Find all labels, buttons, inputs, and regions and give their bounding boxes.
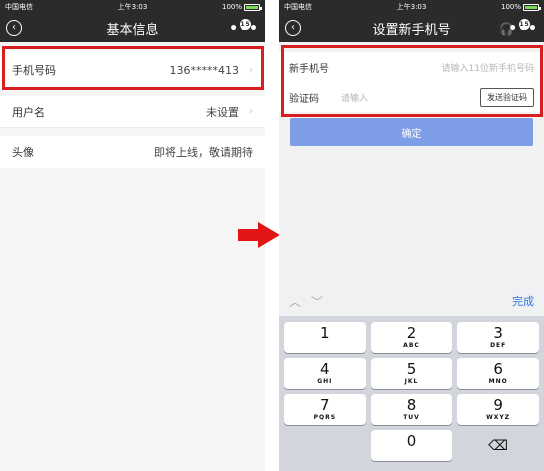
chevron-up-icon[interactable]: ︿ <box>289 293 301 310</box>
time-label: 上午3:03 <box>117 3 148 11</box>
new-phone-row: 新手机号 请输入11位新手机号码 <box>279 52 544 82</box>
key-5[interactable]: 5 JKL <box>370 358 453 389</box>
phone-number-label: 手机号码 <box>12 64 56 77</box>
avatar-value: 即将上线，敬请期待 <box>154 146 253 159</box>
notification-badge: 15 <box>240 19 251 30</box>
phone-set-new-number: 中国电信 上午3:03 100% ‹ 设置新手机号 🎧 ••• 15 新手 <box>279 0 544 471</box>
chevron-right-icon: › <box>249 64 253 76</box>
new-phone-input[interactable]: 请输入11位新手机号码 <box>341 61 534 74</box>
battery-percent: 100% <box>221 3 242 11</box>
key-8[interactable]: 8 TUV <box>370 394 453 425</box>
time-label: 上午3:03 <box>396 3 427 11</box>
key-0[interactable]: 0 <box>370 430 453 461</box>
carrier-label: 中国电信 <box>5 3 33 11</box>
notification-badge: 15 <box>519 19 530 30</box>
basic-info-content: 手机号码 136*****413 › 用户名 未设置 › 头像 即将上线，敬请期… <box>0 42 265 471</box>
key-6[interactable]: 6 MNO <box>457 358 539 389</box>
code-input[interactable]: 请输入 <box>341 91 480 104</box>
comparison-stage: 中国电信 上午3:03 100% ‹ 基本信息 ••• 15 手机号码 13 <box>0 0 544 471</box>
done-button[interactable]: 完成 <box>512 293 534 309</box>
username-value: 未设置 <box>206 105 239 119</box>
chevron-down-icon[interactable]: ﹀ <box>311 293 323 310</box>
numeric-keyboard: ︿ ﹀ 完成 1 2 ABC 3 DEF 4 GHI 5 JKL 6 MNO 7 PQRS … <box>279 286 544 471</box>
username-row[interactable]: 用户名 未设置 › <box>0 96 265 128</box>
code-label: 验证码 <box>289 93 319 105</box>
top-bar: 中国电信 上午3:03 100% ‹ 设置新手机号 🎧 ••• 15 <box>279 0 544 42</box>
username-label: 用户名 <box>12 105 45 119</box>
carrier-label: 中国电信 <box>284 3 312 11</box>
nav-bar: ‹ 基本信息 ••• 15 <box>0 14 265 42</box>
status-bar: 中国电信 上午3:03 100% <box>279 0 544 14</box>
new-phone-label: 新手机号 <box>289 63 329 75</box>
key-2[interactable]: 2 ABC <box>370 322 453 353</box>
confirm-button[interactable]: 确定 <box>290 118 533 146</box>
battery-percent: 100% <box>500 3 521 11</box>
code-row: 验证码 请输入 发送验证码 <box>279 82 544 112</box>
battery-icon <box>244 3 262 11</box>
avatar-label: 头像 <box>12 146 34 159</box>
key-1[interactable]: 1 <box>284 322 366 353</box>
delete-key[interactable]: ⌫ <box>457 430 539 461</box>
send-code-button[interactable]: 发送验证码 <box>480 87 534 107</box>
status-bar: 中国电信 上午3:03 100% <box>0 0 265 14</box>
keyboard-toolbar: ︿ ﹀ 完成 <box>279 286 544 316</box>
page-title: 基本信息 <box>106 22 159 38</box>
chevron-right-icon: › <box>249 106 253 117</box>
top-bar: 中国电信 上午3:03 100% ‹ 基本信息 ••• 15 <box>0 0 265 42</box>
key-empty <box>284 430 366 461</box>
key-3[interactable]: 3 DEF <box>457 322 539 353</box>
key-7[interactable]: 7 PQRS <box>284 394 366 425</box>
key-9[interactable]: 9 WXYZ <box>457 394 539 425</box>
phone-basic-info: 中国电信 上午3:03 100% ‹ 基本信息 ••• 15 手机号码 13 <box>0 0 265 471</box>
nav-bar: ‹ 设置新手机号 🎧 ••• 15 <box>279 14 544 42</box>
keypad: 1 2 ABC 3 DEF 4 GHI 5 JKL 6 MNO 7 PQRS 8 TUV 9W… <box>279 316 544 467</box>
more-button[interactable]: ••• 15 <box>229 19 259 37</box>
battery-icon <box>523 3 541 11</box>
more-button[interactable]: ••• 15 <box>508 19 538 37</box>
backspace-icon: ⌫ <box>488 437 509 454</box>
phone-number-row[interactable]: 手机号码 136*****413 › <box>0 50 265 90</box>
phone-number-value: 136*****413 <box>169 63 240 77</box>
key-4[interactable]: 4 GHI <box>284 358 366 389</box>
set-phone-content: 新手机号 请输入11位新手机号码 验证码 请输入 发送验证码 确定 ︿ ﹀ 完成 <box>279 42 544 471</box>
avatar-row[interactable]: 头像 即将上线，敬请期待 <box>0 136 265 168</box>
